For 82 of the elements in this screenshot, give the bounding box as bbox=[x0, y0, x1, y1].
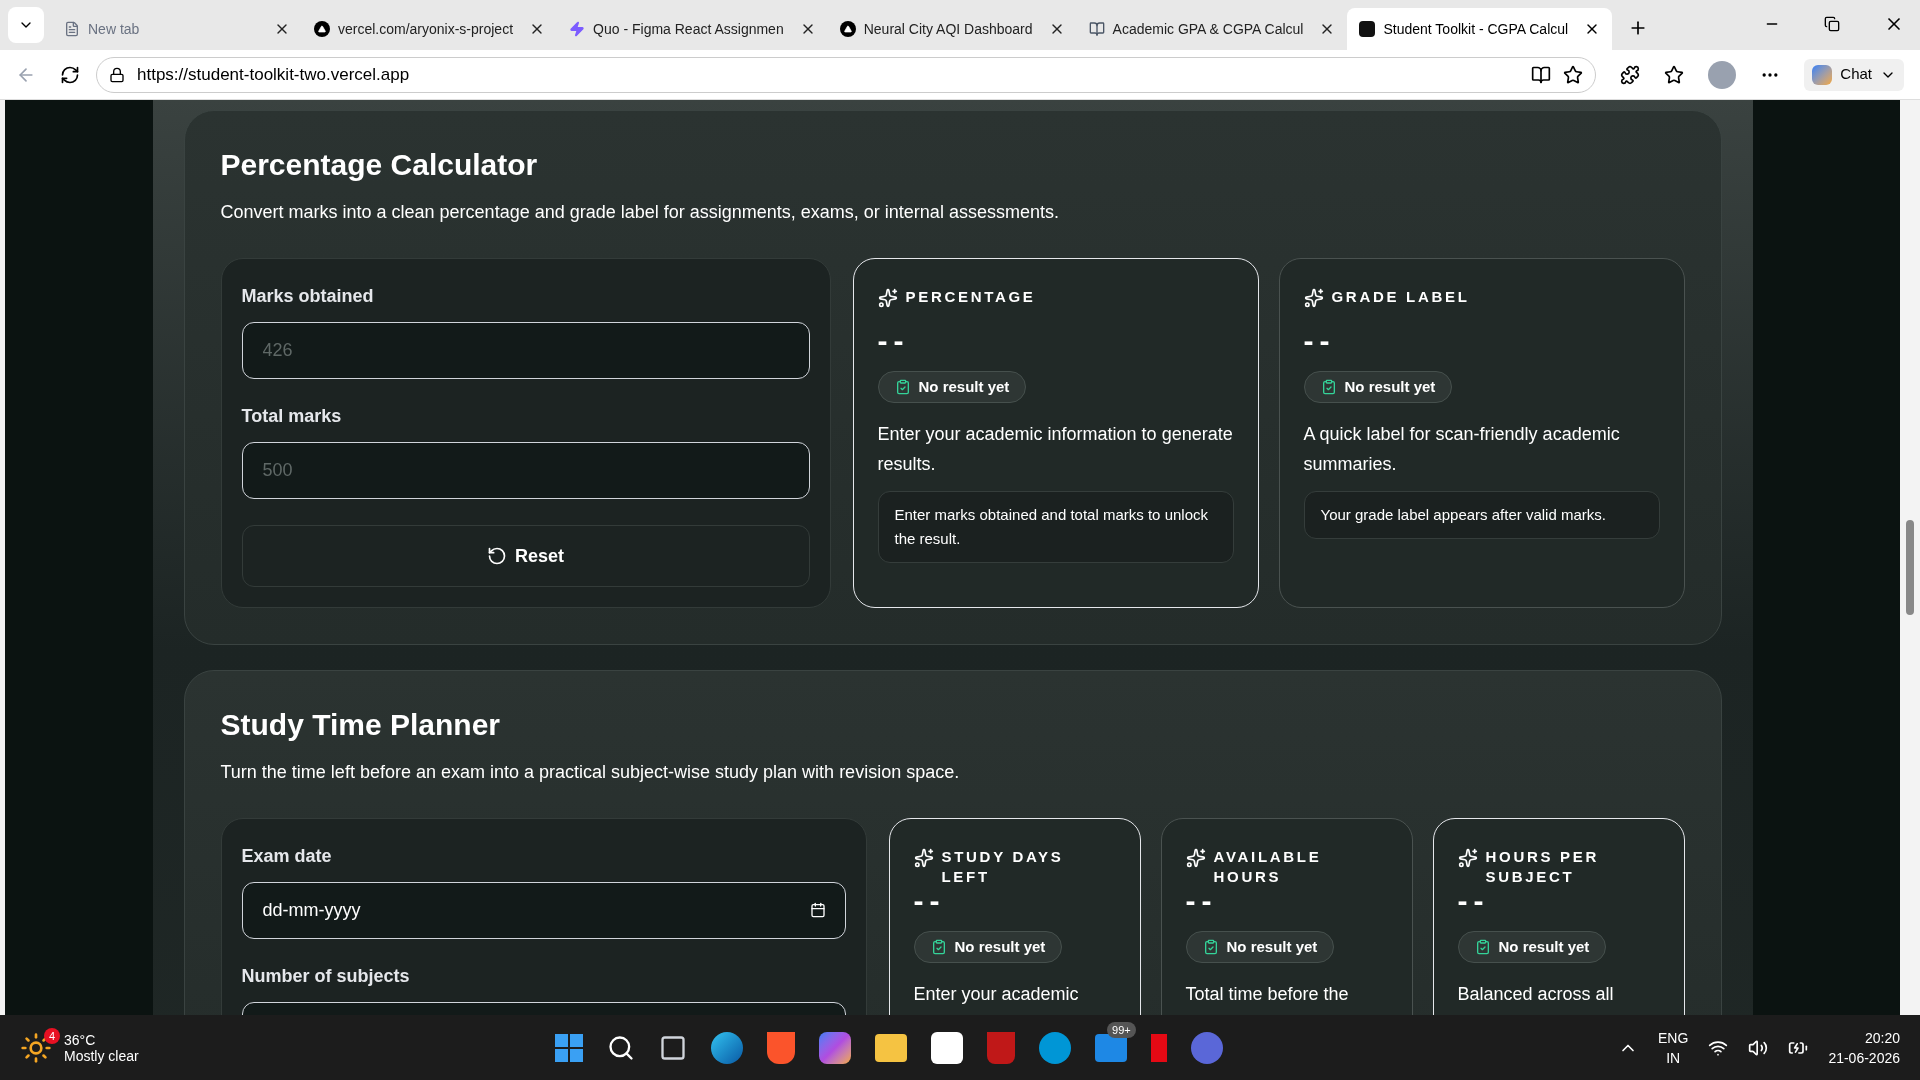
input-field[interactable]: dd-mm-yyyy bbox=[241, 882, 846, 939]
field-label: Total marks bbox=[241, 405, 343, 428]
clipboard-icon bbox=[930, 939, 947, 955]
section-title: Percentage Calculator bbox=[220, 147, 539, 183]
tab-title: Student Toolkit - CGPA Calcul bbox=[1383, 19, 1570, 39]
result-description: A quick label for scan-friendly academic summaries. bbox=[1303, 423, 1621, 476]
result-value: -- bbox=[877, 323, 911, 359]
field-label: Number of subjects bbox=[241, 965, 411, 988]
browser-tab[interactable]: Academic GPA & CGPA Calcul bbox=[1076, 8, 1348, 50]
browser-tab[interactable]: New tab bbox=[52, 8, 302, 50]
restore-icon[interactable] bbox=[1824, 16, 1840, 32]
book-icon bbox=[1088, 21, 1105, 37]
start-icon[interactable] bbox=[555, 1033, 583, 1062]
calendar-icon[interactable] bbox=[809, 902, 826, 918]
status-badge: No result yet bbox=[1457, 931, 1607, 963]
address-bar[interactable]: https://student-toolkit-two.vercel.app bbox=[96, 56, 1597, 93]
favorites-icon[interactable] bbox=[1664, 64, 1685, 85]
field-label: Exam date bbox=[241, 845, 333, 868]
browser-tab[interactable]: Quo - Figma React Assignmen bbox=[557, 8, 828, 50]
language-text[interactable]: ENG bbox=[1658, 1027, 1689, 1048]
browser-tab[interactable]: Student Toolkit - CGPA Calcul bbox=[1347, 8, 1613, 50]
field-label: Marks obtained bbox=[241, 285, 375, 308]
sparkle-icon bbox=[913, 848, 934, 868]
extensions-icon[interactable] bbox=[1620, 64, 1641, 85]
clock-date[interactable]: 21-06-2026 bbox=[1828, 1047, 1900, 1068]
status-badge: No result yet bbox=[913, 931, 1063, 963]
section-title: Study Time Planner bbox=[220, 707, 502, 743]
result-note: Enter marks obtained and total marks to unlock the result. bbox=[877, 491, 1234, 563]
volume-icon[interactable] bbox=[1748, 1037, 1769, 1058]
chat-button[interactable]: Chat bbox=[1804, 58, 1904, 91]
result-description: Total time before the bbox=[1185, 983, 1350, 1006]
lock-icon bbox=[109, 66, 125, 83]
reset-button[interactable]: Reset bbox=[241, 525, 810, 587]
tab-title: Quo - Figma React Assignmen bbox=[593, 19, 785, 39]
result-note: Your grade label appears after valid marks. bbox=[1303, 491, 1660, 539]
card-label: PERCENTAGE bbox=[905, 287, 1036, 307]
bolt-icon bbox=[569, 21, 586, 37]
tab-title: New tab bbox=[88, 19, 141, 39]
folder-icon[interactable] bbox=[875, 1033, 907, 1062]
sparkle-icon bbox=[1303, 288, 1324, 308]
profile-avatar[interactable] bbox=[1708, 60, 1737, 89]
sparkle-icon bbox=[1457, 848, 1478, 868]
status-badge: No result yet bbox=[1185, 931, 1335, 963]
browser-tab[interactable]: Neural City AQI Dashboard bbox=[827, 8, 1077, 50]
clock-time[interactable]: 20:20 bbox=[1864, 1027, 1900, 1048]
result-description: Balanced across all bbox=[1457, 983, 1615, 1006]
section-description: Convert marks into a clean percentage and grade label for assignments, exams, or internal assessments. bbox=[220, 201, 1060, 224]
card-label: GRADE LABEL bbox=[1331, 287, 1470, 307]
status-badge: No result yet bbox=[1303, 371, 1453, 403]
reader-icon[interactable] bbox=[1531, 64, 1552, 85]
clipboard-icon bbox=[894, 379, 911, 395]
result-value: -- bbox=[1303, 323, 1337, 359]
search-icon[interactable] bbox=[607, 1033, 635, 1062]
sparkle-icon bbox=[877, 288, 898, 308]
input-field[interactable]: 426 bbox=[241, 322, 810, 379]
tab-title: Academic GPA & CGPA Calcul bbox=[1112, 19, 1305, 39]
region-text[interactable]: IN bbox=[1666, 1047, 1681, 1068]
browser-tab[interactable]: vercel.com/aryonix-s-project bbox=[302, 8, 558, 50]
reload-icon[interactable] bbox=[60, 64, 80, 85]
shield-icon[interactable] bbox=[987, 1031, 1015, 1064]
reset-icon bbox=[487, 546, 507, 566]
clipboard-icon bbox=[1202, 939, 1219, 955]
favorite-icon[interactable] bbox=[1563, 64, 1584, 85]
result-description: Enter your academic bbox=[913, 983, 1080, 1006]
result-description: Enter your academic information to generate results. bbox=[877, 423, 1234, 476]
section-description: Turn the time left before an exam into a practical subject-wise study plan with revision space. bbox=[220, 761, 961, 784]
status-badge: No result yet bbox=[877, 371, 1027, 403]
task-view-icon[interactable] bbox=[659, 1033, 687, 1062]
app-icon bbox=[1359, 21, 1376, 37]
clipboard-icon bbox=[1474, 939, 1491, 955]
input-field[interactable]: 500 bbox=[241, 442, 810, 499]
url-text: https://student-toolkit-two.vercel.app bbox=[137, 63, 411, 86]
notification-badge: 99+ bbox=[1107, 1021, 1136, 1038]
sparkle-icon bbox=[1185, 848, 1206, 868]
page-icon bbox=[64, 21, 80, 37]
shield-icon[interactable] bbox=[767, 1031, 795, 1064]
tab-title: Neural City AQI Dashboard bbox=[863, 19, 1034, 39]
notification-badge: 4 bbox=[43, 1027, 60, 1044]
weather-condition: Mostly clear bbox=[64, 1047, 139, 1064]
tab-title: vercel.com/aryonix-s-project bbox=[338, 19, 515, 39]
clipboard-icon bbox=[1320, 379, 1337, 395]
weather-temperature: 36°C bbox=[64, 1031, 97, 1048]
